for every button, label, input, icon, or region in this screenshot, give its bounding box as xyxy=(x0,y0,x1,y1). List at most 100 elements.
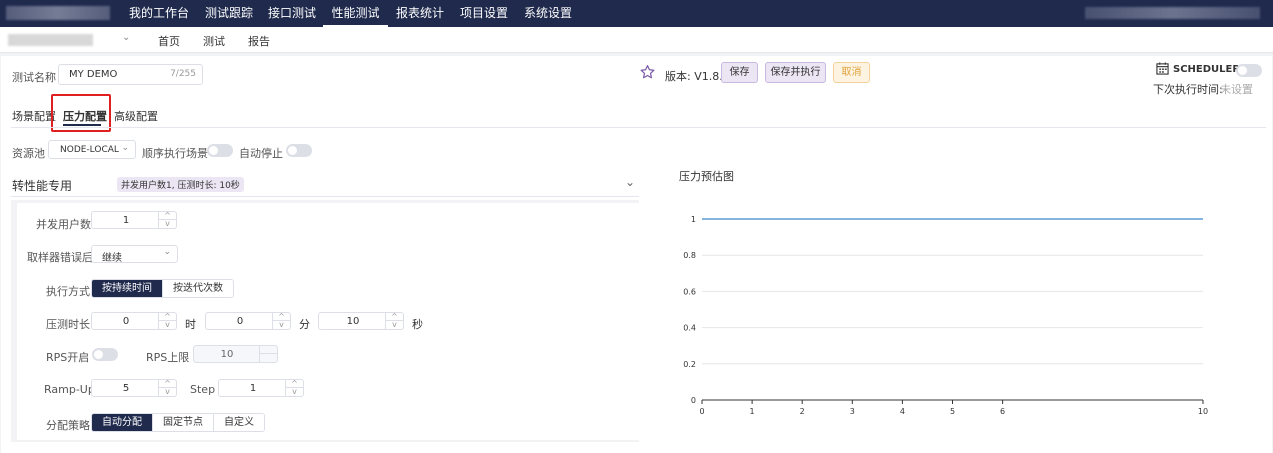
hours-stepper[interactable]: 0 ^ v xyxy=(91,312,177,330)
test-name-count: 7/255 xyxy=(170,69,196,79)
pressure-chart: 00.20.40.60.810 1 2 3 4 5 6 10 xyxy=(683,215,1208,416)
strategy-label: 分配策略 xyxy=(46,419,90,432)
x-tick-label: 1 xyxy=(750,407,755,416)
chevron-down-icon[interactable]: v xyxy=(159,321,176,329)
nav-item-performance[interactable]: 性能测试 xyxy=(323,0,388,27)
subnav-test[interactable]: 测试 xyxy=(203,33,225,49)
tab-scenario[interactable]: 场景配置 xyxy=(12,108,56,124)
on-error-select[interactable]: 继续 ⌄ xyxy=(91,245,178,264)
chevron-down-icon[interactable]: v xyxy=(159,220,176,228)
nav-item-api[interactable]: 接口测试 xyxy=(262,0,322,27)
cancel-button[interactable]: 取消 xyxy=(833,62,870,83)
x-tick-label: 3 xyxy=(850,407,855,416)
rps-toggle[interactable] xyxy=(92,348,118,361)
strategy-segmented: 自动分配 固定节点 自定义 xyxy=(91,413,265,432)
version-label: 版本: V1.8.0 xyxy=(665,70,730,83)
duration-label: 压测时长 xyxy=(46,318,90,331)
nav-item-project[interactable]: 项目设置 xyxy=(454,0,514,27)
hours-value: 0 xyxy=(122,315,130,327)
seconds-stepper[interactable]: 10 ^ v xyxy=(318,312,404,330)
chevron-down-icon[interactable]: ⌄ xyxy=(625,175,635,189)
save-button[interactable]: 保存 xyxy=(721,62,758,83)
y-tick-label: 1 xyxy=(691,215,696,224)
x-tick-label: 5 xyxy=(950,407,955,416)
nav-item-report[interactable]: 报表统计 xyxy=(390,0,450,27)
logo xyxy=(6,6,110,20)
test-name-value: MY DEMO xyxy=(69,69,118,80)
auto-stop-label: 自动停止 xyxy=(239,147,283,160)
x-tick-label: 4 xyxy=(900,407,905,416)
seq-scenario-label: 顺序执行场景 xyxy=(142,147,208,160)
rampup-stepper[interactable]: 5 ^ v xyxy=(91,379,177,397)
chevron-down-icon[interactable]: v xyxy=(386,321,403,329)
y-tick-label: 0.2 xyxy=(683,360,696,369)
rps-limit-stepper[interactable]: 10 xyxy=(193,345,278,363)
mode-segmented: 按持续时间 按迭代次数 xyxy=(91,279,234,298)
scenario-divider xyxy=(11,196,639,197)
chevron-down-icon[interactable]: v xyxy=(273,321,290,329)
x-tick-label: 6 xyxy=(1000,407,1005,416)
on-error-value: 继续 xyxy=(102,253,122,264)
chevron-down-icon[interactable]: ⌄ xyxy=(122,32,130,43)
mode-option-duration[interactable]: 按持续时间 xyxy=(92,280,162,297)
seq-scenario-toggle[interactable] xyxy=(207,144,233,157)
strategy-option-auto[interactable]: 自动分配 xyxy=(92,414,152,431)
seconds-value: 10 xyxy=(346,315,360,327)
rampup-value: 5 xyxy=(122,382,130,394)
rps-label: RPS开启 xyxy=(46,351,90,364)
minutes-unit: 分 xyxy=(299,318,310,331)
users-value: 1 xyxy=(122,214,130,226)
seconds-unit: 秒 xyxy=(412,318,423,331)
on-error-label: 取样器错误后 xyxy=(27,251,93,264)
chevron-down-icon[interactable]: v xyxy=(159,388,176,396)
step-stepper[interactable]: 1 ^ v xyxy=(218,379,304,397)
minutes-value: 0 xyxy=(236,315,244,327)
scenario-title: 转性能专用 xyxy=(12,179,73,193)
strategy-option-custom[interactable]: 自定义 xyxy=(213,414,264,431)
save-and-run-button[interactable]: 保存并执行 xyxy=(765,62,826,83)
chevron-up-icon[interactable] xyxy=(260,346,277,354)
next-run-value: 未设置 xyxy=(1220,83,1253,96)
nav-item-track[interactable]: 测试跟踪 xyxy=(198,0,260,27)
tab-advanced[interactable]: 高级配置 xyxy=(114,108,158,124)
hours-unit: 时 xyxy=(185,318,196,331)
pool-select[interactable]: NODE-LOCAL ⌄ xyxy=(48,140,136,159)
tabs-divider xyxy=(11,127,1266,128)
pool-value: NODE-LOCAL xyxy=(60,145,119,155)
rampup-label: Ramp-Up xyxy=(44,383,95,396)
y-tick-label: 0 xyxy=(691,396,696,405)
auto-stop-toggle[interactable] xyxy=(286,144,312,157)
chevron-down-icon: ⌄ xyxy=(121,143,129,153)
scheduler-label: SCHEDULER xyxy=(1173,64,1241,75)
sub-header: ⌄ 首页 测试 报告 xyxy=(0,27,1273,53)
strategy-option-fixed[interactable]: 固定节点 xyxy=(152,414,213,431)
x-tick-label: 2 xyxy=(800,407,805,416)
rps-limit-label: RPS上限 xyxy=(146,351,190,364)
x-tick-label: 0 xyxy=(699,407,704,416)
y-tick-label: 0.4 xyxy=(683,324,696,333)
users-stepper[interactable]: 1 ^ v xyxy=(91,211,177,229)
mode-option-iterations[interactable]: 按迭代次数 xyxy=(162,280,233,297)
chevron-down-icon[interactable]: v xyxy=(286,388,303,396)
project-switcher[interactable] xyxy=(8,34,93,46)
step-label: Step xyxy=(190,383,216,396)
user-menu[interactable] xyxy=(1085,7,1260,19)
nav-item-system[interactable]: 系统设置 xyxy=(518,0,578,27)
rps-limit-value: 10 xyxy=(220,348,234,360)
star-icon[interactable] xyxy=(639,64,656,80)
nav-item-workbench[interactable]: 我的工作台 xyxy=(124,0,194,27)
x-tick-label: 10 xyxy=(1198,407,1208,416)
scenario-summary-tag: 并发用户数1, 压测时长: 10秒 xyxy=(117,177,244,192)
test-name-input[interactable]: MY DEMO 7/255 xyxy=(58,64,203,85)
mode-label: 执行方式 xyxy=(46,285,90,298)
subnav-report[interactable]: 报告 xyxy=(248,33,270,49)
next-run-label: 下次执行时间: xyxy=(1153,83,1223,96)
minutes-stepper[interactable]: 0 ^ v xyxy=(205,312,291,330)
step-value: 1 xyxy=(249,382,257,394)
y-tick-label: 0.8 xyxy=(683,251,696,260)
scheduler-toggle[interactable] xyxy=(1236,64,1262,77)
subnav-home[interactable]: 首页 xyxy=(158,33,180,49)
chevron-down-icon[interactable] xyxy=(260,354,277,362)
y-tick-label: 0.6 xyxy=(683,287,696,296)
main-panel: 测试名称 MY DEMO 7/255 版本: V1.8.0 保存 保存并执行 取… xyxy=(1,56,1272,453)
